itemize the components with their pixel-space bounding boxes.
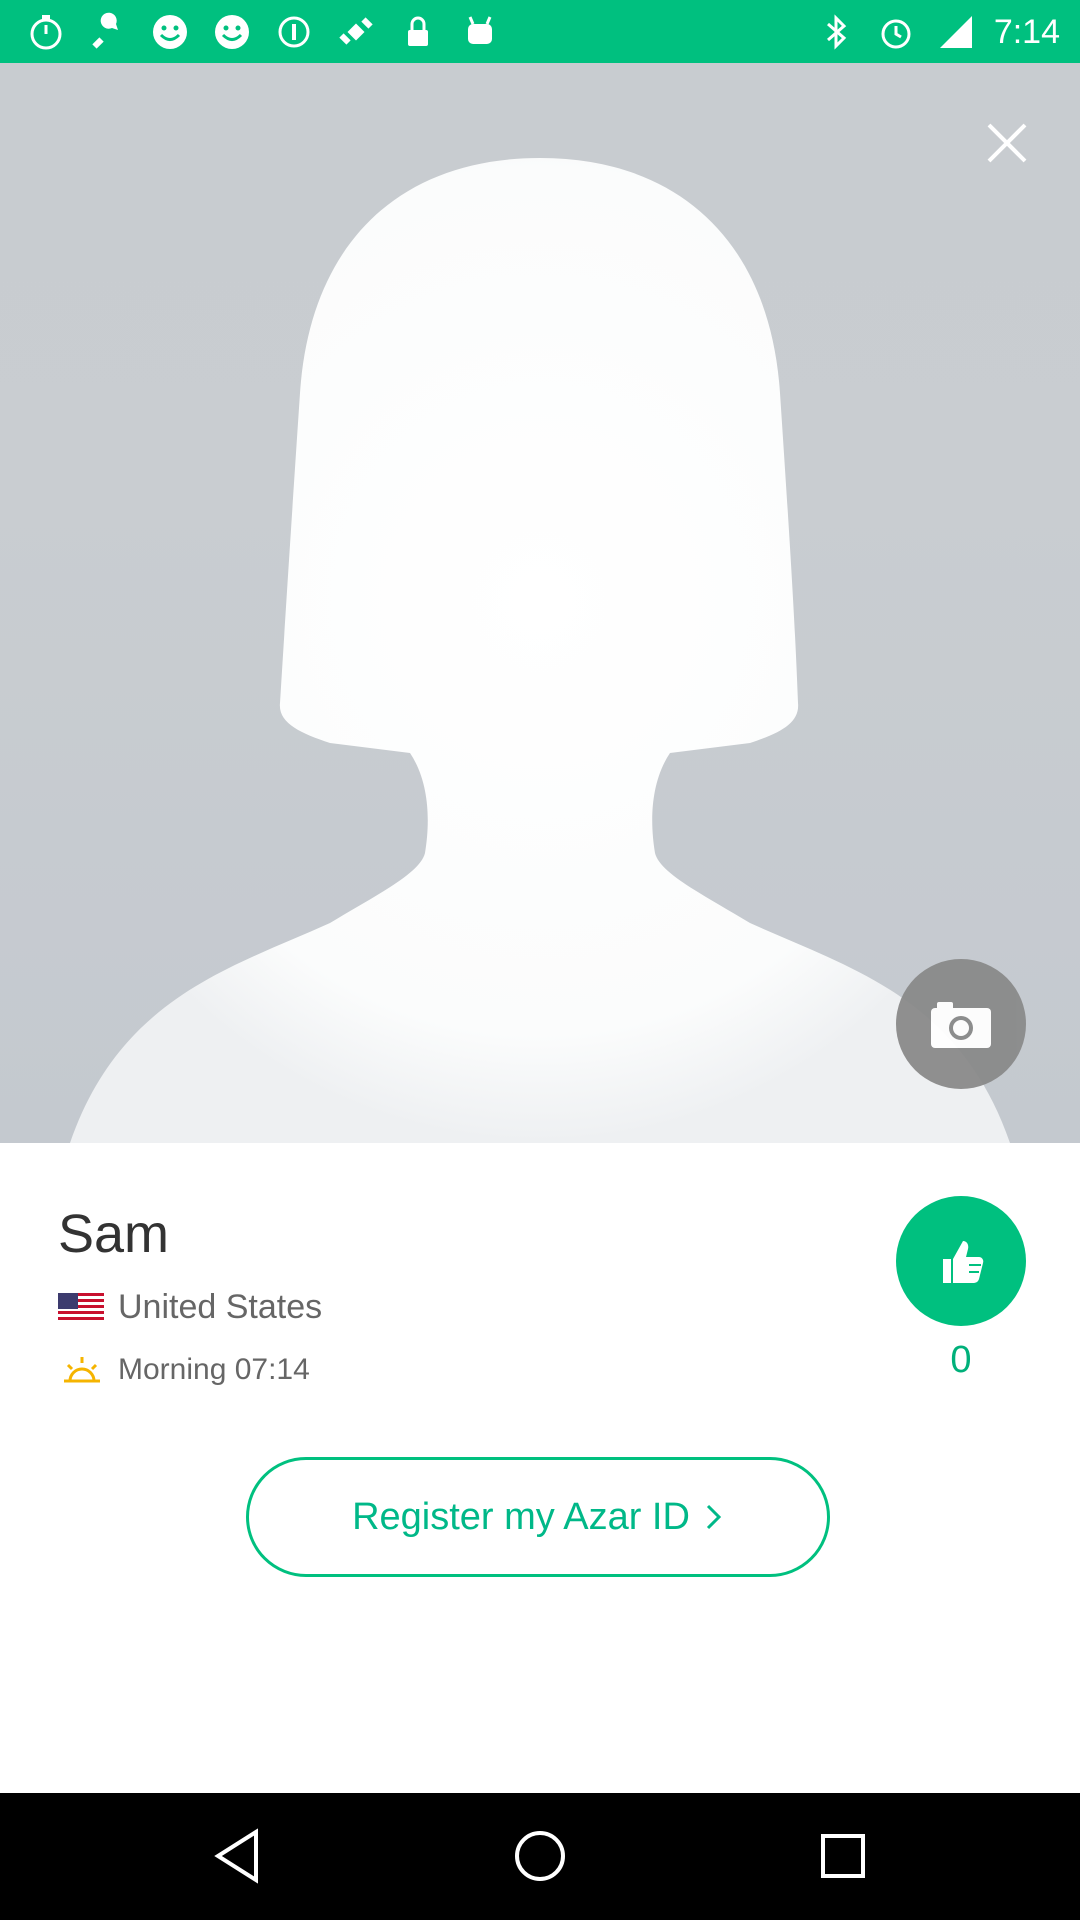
smiley-icon xyxy=(210,10,254,54)
change-photo-button[interactable] xyxy=(896,959,1026,1089)
profile-name: Sam xyxy=(58,1204,170,1264)
status-left-icons xyxy=(24,10,502,54)
close-button[interactable] xyxy=(972,108,1042,178)
local-time-row: Morning 07:14 xyxy=(62,1353,310,1387)
profile-info: Sam United States Morning 07:14 0 Regist… xyxy=(0,1143,1080,1793)
back-triangle-icon xyxy=(214,1828,258,1884)
country-row: United States xyxy=(58,1288,322,1327)
thumbs-up-icon xyxy=(943,1241,984,1283)
smiley-icon xyxy=(148,10,192,54)
status-bar: 7:14 xyxy=(0,0,1080,63)
sunrise-icon xyxy=(64,1357,100,1383)
back-button[interactable] xyxy=(202,1821,272,1891)
register-label: Register my Azar ID xyxy=(352,1495,690,1538)
camera-icon xyxy=(931,1002,991,1048)
profile-photo xyxy=(0,63,1080,1143)
chevron-right-icon xyxy=(706,1504,722,1530)
home-button[interactable] xyxy=(505,1821,575,1891)
register-azar-id-button[interactable]: Register my Azar ID xyxy=(246,1457,830,1577)
close-icon xyxy=(987,123,1027,163)
country-label: United States xyxy=(118,1288,323,1326)
like-count: 0 xyxy=(950,1339,972,1381)
local-time-label: Morning 07:14 xyxy=(118,1353,310,1386)
recents-square-icon xyxy=(821,1834,865,1878)
lock-icon xyxy=(396,10,440,54)
bluetooth-icon xyxy=(814,10,858,54)
us-flag-icon xyxy=(58,1292,104,1323)
status-time: 7:14 xyxy=(993,12,1060,51)
navigation-bar xyxy=(0,1793,1080,1920)
info-icon xyxy=(272,10,316,54)
like-button[interactable] xyxy=(896,1196,1026,1326)
timer-icon xyxy=(24,10,68,54)
status-right-icons: 7:14 xyxy=(814,10,1060,54)
wrench-icon xyxy=(86,10,130,54)
satellite-icon xyxy=(334,10,378,54)
signal-icon xyxy=(934,10,978,54)
recents-button[interactable] xyxy=(808,1821,878,1891)
alarm-icon xyxy=(874,10,918,54)
android-icon xyxy=(458,10,502,54)
home-circle-icon xyxy=(515,1831,565,1881)
